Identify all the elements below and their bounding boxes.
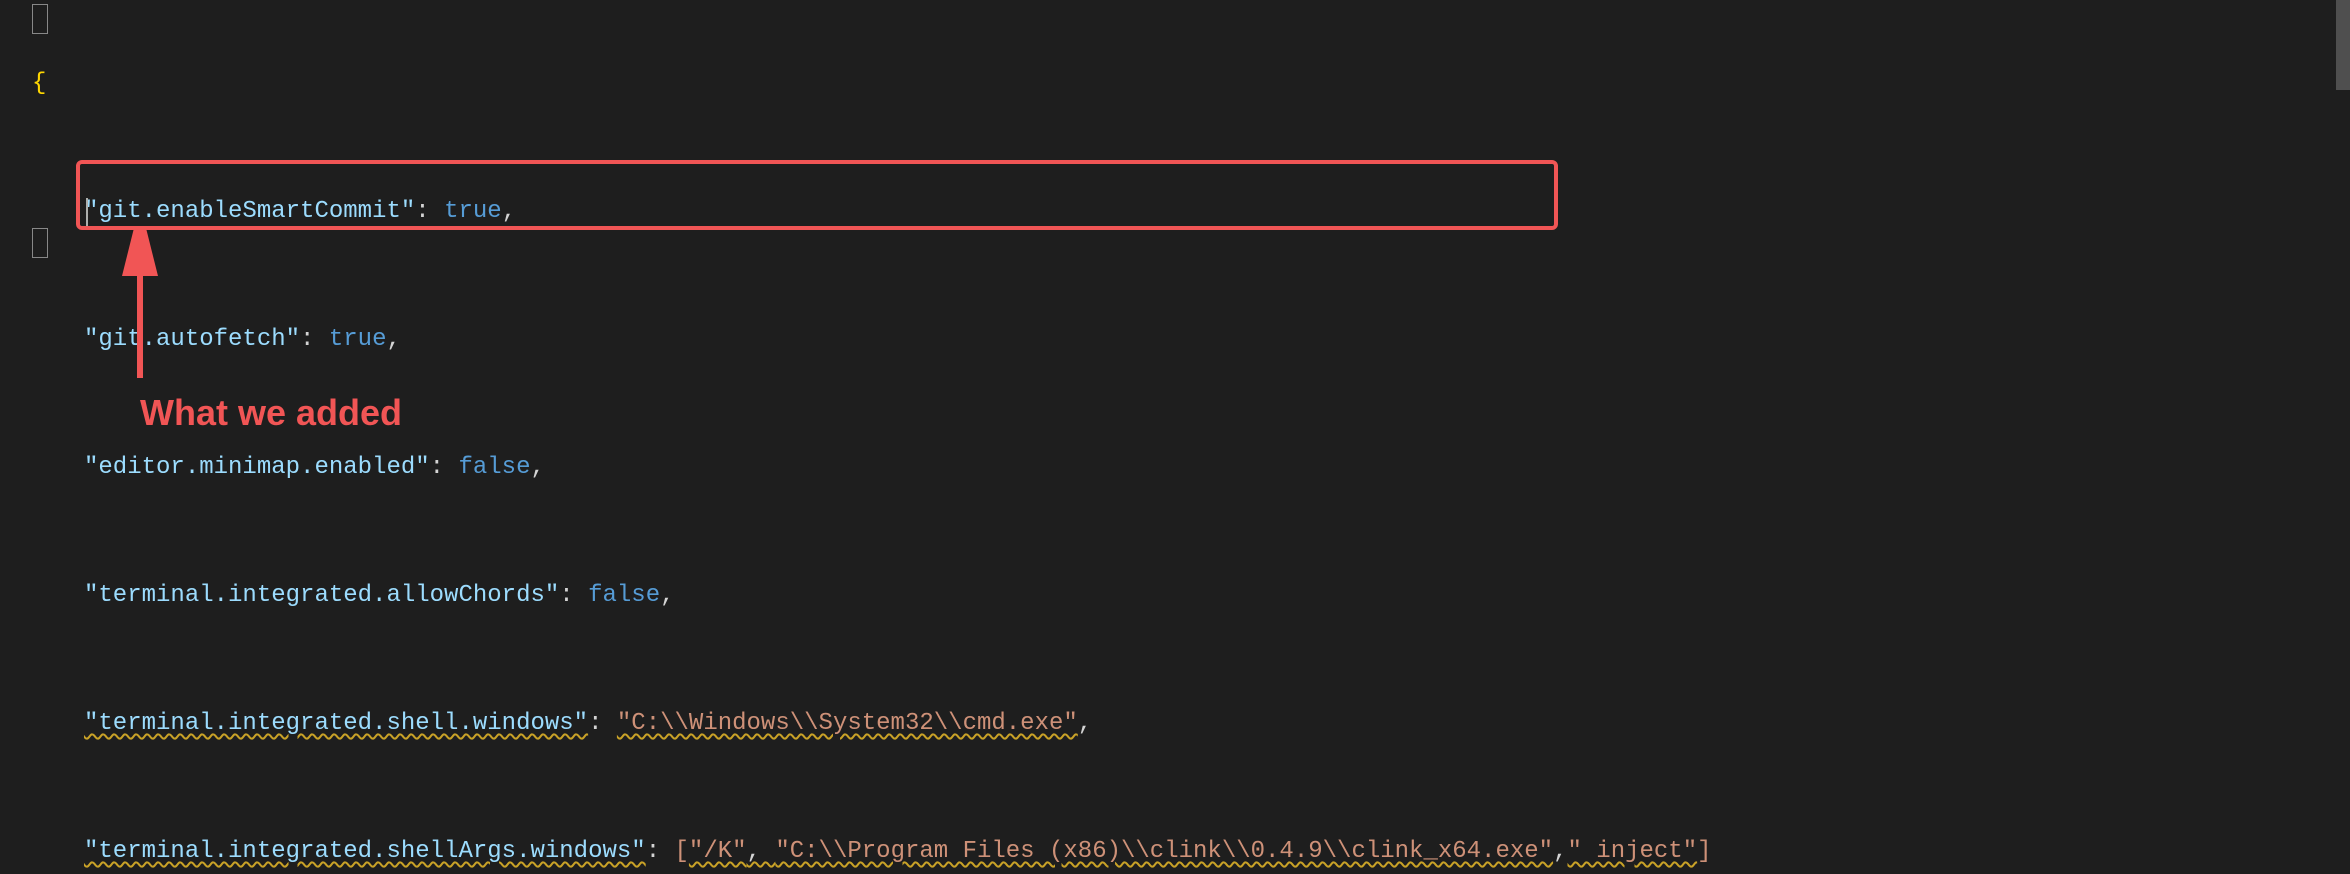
annotation-highlight-box bbox=[76, 160, 1558, 230]
code-line-highlighted[interactable]: "terminal.integrated.shell.windows": "C:… bbox=[32, 708, 2336, 740]
code-line-highlighted[interactable]: "terminal.integrated.shellArgs.windows":… bbox=[32, 836, 2336, 868]
annotation-label: What we added bbox=[140, 392, 402, 434]
code-line[interactable]: "terminal.integrated.allowChords": false… bbox=[32, 580, 2336, 612]
code-line[interactable]: "editor.minimap.enabled": false, bbox=[32, 452, 2336, 484]
annotation-arrow bbox=[120, 228, 160, 388]
scrollbar-thumb[interactable] bbox=[2336, 0, 2350, 90]
vertical-scrollbar[interactable] bbox=[2336, 0, 2350, 874]
open-brace: { bbox=[32, 70, 46, 97]
code-editor[interactable]: { "git.enableSmartCommit": true, "git.au… bbox=[0, 0, 2350, 874]
code-content[interactable]: { "git.enableSmartCommit": true, "git.au… bbox=[32, 0, 2336, 874]
code-line[interactable]: "git.autofetch": true, bbox=[32, 324, 2336, 356]
